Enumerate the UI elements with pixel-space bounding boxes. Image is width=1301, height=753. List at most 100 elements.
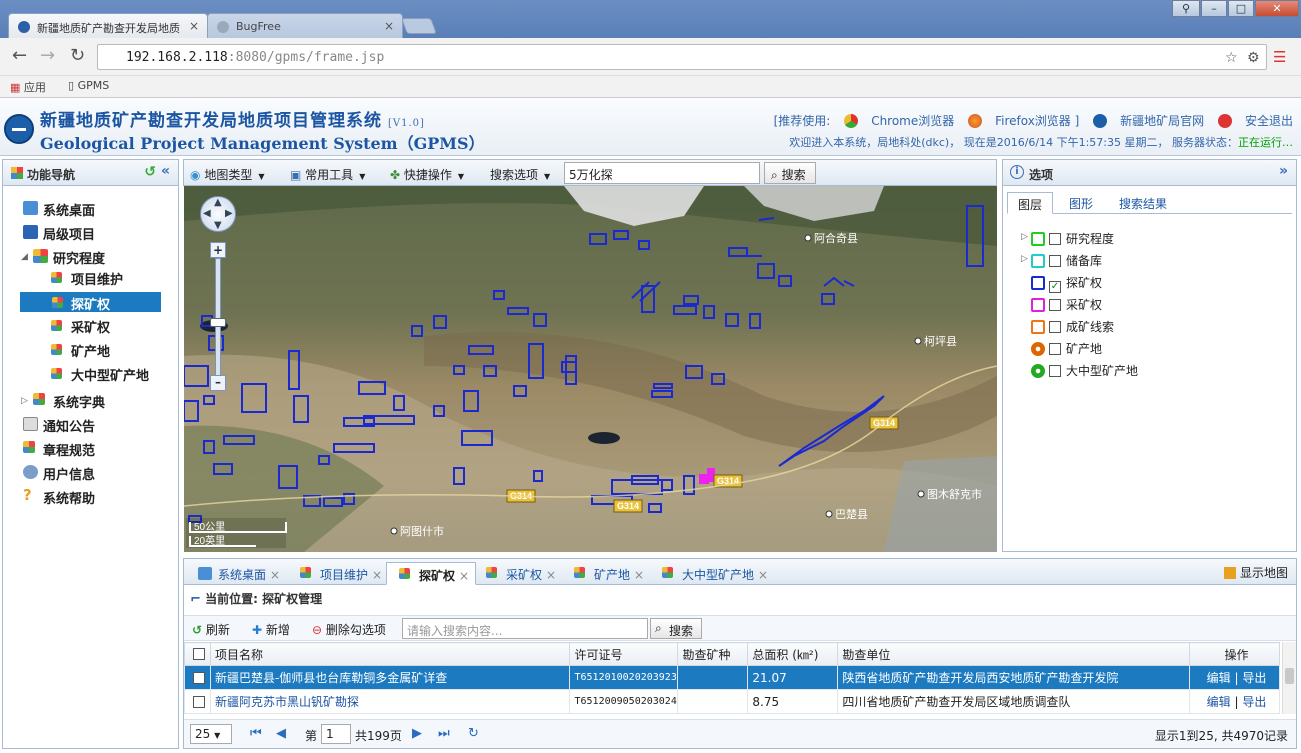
map-search-input[interactable]: 5万化探 xyxy=(564,162,760,184)
map-type-menu[interactable]: ◉ 地图类型 ▼ xyxy=(190,166,264,183)
first-page-icon[interactable]: ⏮ xyxy=(250,726,262,741)
col-project-name[interactable]: 项目名称 xyxy=(209,642,571,666)
maximize-button[interactable]: □ xyxy=(1228,0,1254,17)
layer-exploration[interactable]: ✓ 探矿权 xyxy=(1021,274,1102,293)
browser-tab-gpms[interactable]: 新疆地质矿产勘查开发局地质 × xyxy=(8,13,208,39)
nav-item-dictionary[interactable]: 系统字典 xyxy=(23,390,105,411)
nav-item-bureau-projects[interactable]: 局级项目 xyxy=(13,222,95,243)
layer-checkbox[interactable] xyxy=(1049,255,1061,267)
table-row[interactable]: 新疆巴楚县-伽师县也台库勒铜多金属矿详查 T65120100202039​23 … xyxy=(184,665,1280,690)
logout-link[interactable]: 安全退出 xyxy=(1217,114,1293,128)
back-icon[interactable]: ← xyxy=(12,47,27,65)
layer-checkbox[interactable] xyxy=(1049,299,1061,311)
close-icon[interactable]: × xyxy=(758,568,768,582)
reload-icon[interactable]: ↻ xyxy=(468,726,479,741)
close-icon[interactable]: × xyxy=(546,568,556,582)
table-row[interactable]: 新疆阿克苏市黑山钒矿勘探 T65120090502030​24 8.75 四川省… xyxy=(184,689,1280,714)
zoom-out-button[interactable]: – xyxy=(210,375,226,391)
project-name-link[interactable]: 新疆巴楚县-伽师县也台库勒铜多金属矿详查 xyxy=(215,671,447,685)
satellite-map[interactable]: 阿合奇县 柯坪县 图木舒克市 巴楚县 阿图什市 G314 G314 G314 G… xyxy=(184,186,997,552)
nav-item-notices[interactable]: 通知公告 xyxy=(13,414,95,435)
nav-item-project-maintenance[interactable]: 项目维护 xyxy=(41,267,123,288)
edit-link[interactable]: 编辑 xyxy=(1207,695,1231,709)
next-page-icon[interactable]: ▶ xyxy=(412,726,422,741)
chrome-link[interactable]: Chrome浏览器 xyxy=(844,114,954,128)
nav-item-research[interactable]: 研究程度 xyxy=(23,246,105,267)
tab-layers[interactable]: 图层 xyxy=(1007,192,1054,214)
page-number-input[interactable]: 1 xyxy=(321,724,351,744)
map-search-button[interactable]: ⌕ 搜索 xyxy=(764,162,816,184)
layer-checkbox[interactable] xyxy=(1049,343,1061,355)
nav-item-exploration-rights[interactable]: 探矿权 xyxy=(20,292,161,313)
prev-page-icon[interactable]: ◀ xyxy=(276,726,286,741)
firefox-link[interactable]: Firefox浏览器 ] xyxy=(968,114,1079,128)
tab-large-deposits[interactable]: 大中型矿产地 × xyxy=(650,562,774,585)
new-tab-button[interactable] xyxy=(401,18,437,34)
col-unit[interactable]: 勘查单位 xyxy=(837,642,1191,666)
layer-clues[interactable]: 成矿线索 xyxy=(1021,318,1114,336)
nav-item-user-info[interactable]: 用户信息 xyxy=(13,462,95,483)
edit-link[interactable]: 编辑 xyxy=(1207,671,1231,685)
reload-icon[interactable]: ↻ xyxy=(70,47,85,65)
expand-right-icon[interactable]: » xyxy=(1279,163,1288,179)
close-icon[interactable]: × xyxy=(384,19,394,33)
search-options-menu[interactable]: 搜索选项 ▼ xyxy=(490,166,550,183)
nav-item-large-deposits[interactable]: 大中型矿产地 xyxy=(41,363,149,384)
show-map-toggle[interactable]: 显示地图 xyxy=(1223,564,1288,581)
apps-bookmark[interactable]: ▦ 应用 xyxy=(10,79,46,95)
delete-checked-button[interactable]: ⊖ 删除勾选项 xyxy=(312,621,386,638)
pan-control[interactable]: ▲ ▼ ◀ ▶ xyxy=(200,196,236,232)
refresh-button[interactable]: ↺ 刷新 xyxy=(192,621,230,638)
tab-project-maintenance[interactable]: 项目维护 × xyxy=(288,562,388,585)
layer-checkbox[interactable] xyxy=(1049,233,1061,245)
page-size-select[interactable]: 25 ▼ xyxy=(190,724,232,744)
layer-mining[interactable]: 采矿权 xyxy=(1021,296,1102,314)
scrollbar-thumb[interactable] xyxy=(1285,668,1294,684)
nav-item-desktop[interactable]: 系统桌面 xyxy=(13,198,95,219)
export-link[interactable]: 导出 xyxy=(1242,695,1266,709)
tab-shapes[interactable]: 图形 xyxy=(1059,192,1103,214)
tab-mineral-sites[interactable]: 矿产地 × xyxy=(562,562,650,585)
table-scrollbar[interactable] xyxy=(1282,642,1296,714)
nav-item-regulations[interactable]: 章程规范 xyxy=(13,438,95,459)
minimize-button[interactable]: – xyxy=(1201,0,1227,17)
expand-arrow-icon[interactable]: ▷ xyxy=(1021,254,1028,264)
layer-checkbox[interactable] xyxy=(1049,321,1061,333)
tab-mining-rights[interactable]: 采矿权 × xyxy=(474,562,562,585)
add-button[interactable]: ✚ 新增 xyxy=(252,621,290,638)
tab-exploration-rights[interactable]: 探矿权 × xyxy=(386,562,477,585)
col-mineral[interactable]: 勘查矿种 xyxy=(677,642,749,666)
browser-tab-bugfree[interactable]: BugFree × xyxy=(207,13,403,39)
last-page-icon[interactable]: ⏭ xyxy=(438,726,450,741)
layer-mineral-sites[interactable]: 矿产地 xyxy=(1021,340,1102,358)
layer-reserve[interactable]: ▷ 储备库 xyxy=(1021,252,1102,270)
project-name-link[interactable]: 新疆阿克苏市黑山钒矿勘探 xyxy=(215,695,359,709)
menu-icon[interactable]: ☰ xyxy=(1273,48,1286,66)
row-checkbox[interactable] xyxy=(193,671,206,684)
forward-icon[interactable]: → xyxy=(40,47,55,65)
table-search-button[interactable]: ⌕ 搜索 xyxy=(650,618,702,639)
layer-large-deposits[interactable]: 大中型矿产地 xyxy=(1021,362,1138,380)
col-area[interactable]: 总面积 (㎞²) xyxy=(747,642,839,666)
gpms-bookmark[interactable]: ▯ GPMS xyxy=(68,79,109,92)
nav-item-mineral-sites[interactable]: 矿产地 xyxy=(41,339,110,360)
zoom-slider-track[interactable] xyxy=(215,258,221,376)
pan-right-icon[interactable]: ▶ xyxy=(225,208,233,219)
close-icon[interactable]: × xyxy=(270,568,280,582)
col-license[interactable]: 许可证号 xyxy=(569,642,679,666)
layer-research[interactable]: ▷ 研究程度 xyxy=(1021,230,1114,248)
row-checkbox[interactable] xyxy=(193,695,206,708)
table-search-input[interactable]: 请输入搜索内容... xyxy=(402,618,648,639)
close-icon[interactable]: × xyxy=(372,568,382,582)
url-field[interactable]: 192.168.2.118:8080/gpms/frame.jsp xyxy=(97,44,1267,70)
refresh-icon[interactable]: ↺ xyxy=(144,164,156,180)
layer-checkbox[interactable] xyxy=(1049,365,1061,377)
zoom-slider-handle[interactable] xyxy=(210,318,226,327)
bookmark-star-icon[interactable]: ☆ xyxy=(1225,49,1238,67)
export-link[interactable]: 导出 xyxy=(1242,671,1266,685)
pan-down-icon[interactable]: ▼ xyxy=(214,220,222,231)
zoom-in-button[interactable]: + xyxy=(210,242,226,258)
layer-checkbox-checked[interactable]: ✓ xyxy=(1049,281,1061,293)
tab-desktop[interactable]: 系统桌面 × xyxy=(186,562,286,585)
pan-left-icon[interactable]: ◀ xyxy=(203,208,211,219)
